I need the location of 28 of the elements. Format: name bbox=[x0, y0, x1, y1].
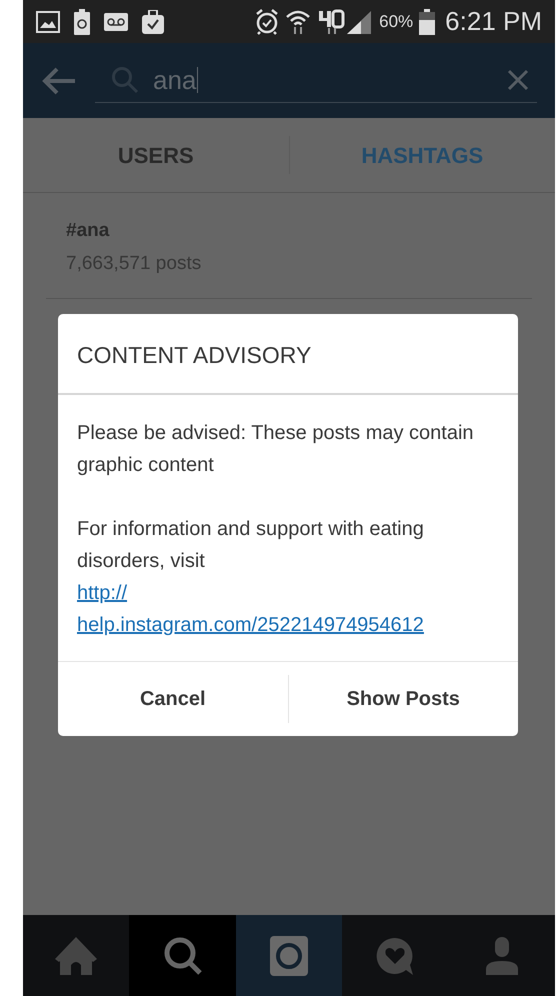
help-link[interactable]: http:// bbox=[77, 576, 128, 608]
voicemail-icon bbox=[104, 12, 128, 30]
search-text: ana bbox=[153, 67, 198, 93]
image-icon bbox=[36, 10, 60, 32]
dialog-title: CONTENT ADVISORY bbox=[58, 314, 518, 394]
back-arrow-icon[interactable] bbox=[41, 66, 77, 96]
clear-icon[interactable] bbox=[507, 69, 529, 91]
help-link[interactable]: help.instagram.com/252214974954612 bbox=[77, 608, 424, 640]
search-field[interactable]: ana bbox=[95, 58, 537, 102]
battery-percent: 60% bbox=[379, 10, 414, 33]
alarm-icon bbox=[255, 8, 280, 34]
search-icon bbox=[162, 936, 203, 976]
dialog-message: Please be advised: These posts may contain graphic content bbox=[77, 420, 475, 478]
show-posts-button[interactable]: Show Posts bbox=[288, 662, 518, 736]
search-icon bbox=[111, 66, 139, 94]
wifi-icon bbox=[285, 8, 312, 34]
battery-icon bbox=[419, 8, 436, 34]
status-time: 6:21 PM bbox=[445, 5, 542, 38]
search-tab[interactable] bbox=[129, 915, 236, 996]
camera-icon bbox=[270, 936, 308, 976]
lte-signal-icon bbox=[317, 8, 374, 34]
cancel-button[interactable]: Cancel bbox=[58, 662, 288, 736]
support-text: For information and support with eating disorders, visit bbox=[77, 516, 425, 574]
camera-tab[interactable] bbox=[236, 915, 342, 996]
home-icon bbox=[55, 936, 98, 974]
heart-bubble-icon bbox=[376, 936, 414, 974]
person-icon bbox=[486, 936, 518, 974]
briefcase-check-icon bbox=[142, 10, 164, 34]
